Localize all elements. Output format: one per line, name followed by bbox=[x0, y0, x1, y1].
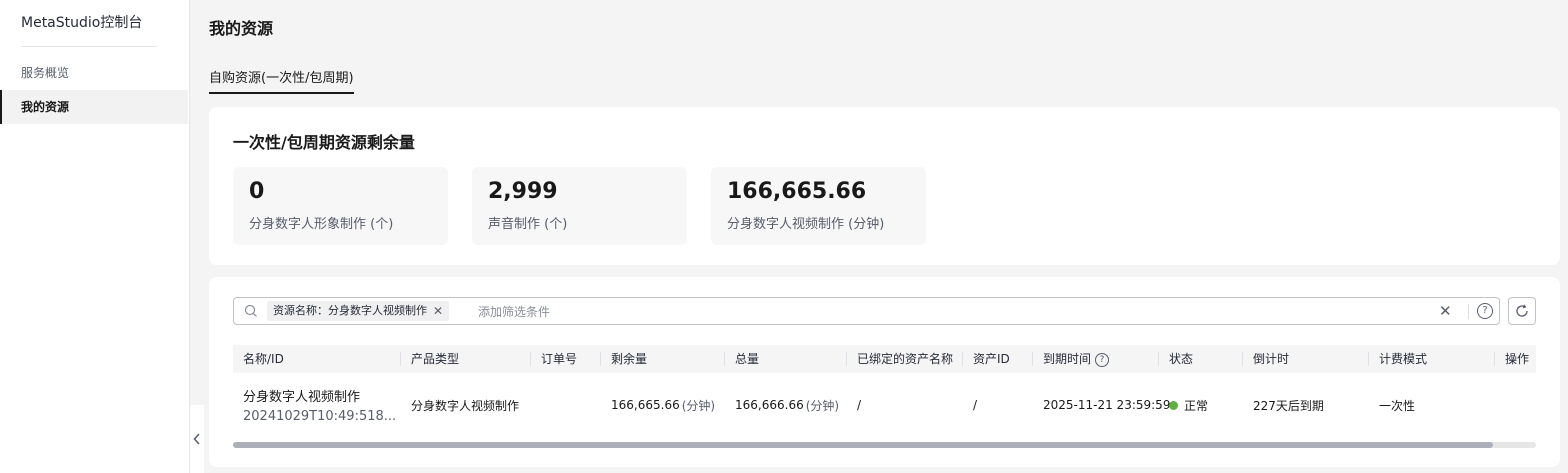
column-header-expire-time-label: 到期时间 bbox=[1043, 352, 1092, 366]
column-header-action: 操作 bbox=[1505, 352, 1530, 366]
cell-asset-id: / bbox=[973, 398, 978, 412]
column-header-asset-id: 资产ID bbox=[973, 352, 1010, 366]
column-header-billing-mode: 计费模式 bbox=[1379, 352, 1428, 366]
resource-table-card: 资源名称：分身数字人视频制作 ✕ 添加筛选条件 ✕ ? 名称/ID 产品类型 订… bbox=[209, 277, 1560, 467]
close-icon[interactable]: ✕ bbox=[433, 301, 443, 321]
column-separator bbox=[1032, 352, 1033, 366]
stat-value: 166,665.66 bbox=[727, 179, 867, 204]
column-separator bbox=[1158, 352, 1159, 366]
column-separator bbox=[400, 352, 401, 366]
stat-value: 0 bbox=[249, 179, 265, 204]
cell-total: 166,666.66 (分钟) bbox=[735, 373, 839, 437]
column-separator bbox=[1494, 352, 1495, 366]
total-unit: (分钟) bbox=[805, 398, 840, 413]
column-header-total: 总量 bbox=[735, 352, 760, 366]
column-header-remaining: 剩余量 bbox=[611, 352, 648, 366]
cell-bound-asset: / bbox=[857, 398, 862, 412]
help-icon[interactable]: ? bbox=[1095, 352, 1110, 367]
table-row: 分身数字人视频制作 20241029T10:49:518... 分身数字人视频制… bbox=[233, 373, 1536, 437]
search-input[interactable]: 添加筛选条件 bbox=[478, 303, 550, 320]
column-separator bbox=[846, 352, 847, 366]
column-separator bbox=[1242, 352, 1243, 366]
cell-billing-mode: 一次性 bbox=[1379, 398, 1416, 413]
column-header-status: 状态 bbox=[1169, 352, 1194, 366]
scrollbar-thumb[interactable] bbox=[233, 442, 1493, 448]
horizontal-scrollbar[interactable] bbox=[233, 442, 1536, 448]
column-separator bbox=[724, 352, 725, 366]
tab-self-purchased-resources[interactable]: 自购资源(一次性/包周期) bbox=[209, 64, 354, 94]
cell-status: 正常 bbox=[1169, 373, 1208, 437]
refresh-icon bbox=[1516, 304, 1528, 317]
remaining-unit: (分钟) bbox=[681, 398, 716, 413]
table-header: 名称/ID 产品类型 订单号 剩余量 总量 已绑定的资产名称 资产ID 到期时间… bbox=[233, 345, 1536, 373]
cell-name: 分身数字人视频制作 20241029T10:49:518... bbox=[243, 373, 396, 437]
stat-value: 2,999 bbox=[488, 179, 558, 204]
summary-card: 一次性/包周期资源剩余量 0 分身数字人形象制作 (个) 2,999 声音制作 … bbox=[209, 107, 1560, 265]
total-value: 166,666.66 bbox=[735, 398, 804, 412]
column-header-countdown: 倒计时 bbox=[1253, 352, 1290, 366]
stat-label: 分身数字人视频制作 (分钟) bbox=[727, 217, 885, 232]
sidebar-item-overview[interactable]: 服务概览 bbox=[0, 56, 188, 90]
column-header-expire-time: 到期时间? bbox=[1043, 345, 1110, 373]
remaining-value: 166,665.66 bbox=[611, 398, 680, 412]
summary-title: 一次性/包周期资源剩余量 bbox=[233, 133, 415, 152]
search-separator bbox=[1468, 304, 1469, 319]
column-header-bound-asset: 已绑定的资产名称 bbox=[857, 352, 954, 366]
column-header-name: 名称/ID bbox=[243, 352, 284, 366]
column-separator bbox=[600, 352, 601, 366]
column-header-order-no: 订单号 bbox=[541, 352, 578, 366]
stat-label: 声音制作 (个) bbox=[488, 217, 568, 232]
search-icon bbox=[244, 304, 257, 317]
page-title: 我的资源 bbox=[209, 19, 274, 38]
chevron-left-icon bbox=[193, 433, 200, 445]
sidebar-item-my-resources[interactable]: 我的资源 bbox=[0, 90, 188, 124]
cell-expire-time: 2025-11-21 23:59:59 bbox=[1043, 398, 1171, 412]
stat-label: 分身数字人形象制作 (个) bbox=[249, 217, 394, 232]
help-icon[interactable]: ? bbox=[1477, 303, 1493, 319]
stat-card-voice: 2,999 声音制作 (个) bbox=[472, 167, 687, 245]
cell-countdown: 227天后到期 bbox=[1253, 398, 1324, 413]
cell-remaining: 166,665.66 (分钟) bbox=[611, 373, 715, 437]
resource-name: 分身数字人视频制作 bbox=[243, 390, 361, 405]
sidebar-collapse-button[interactable] bbox=[190, 405, 204, 473]
status-label: 正常 bbox=[1184, 398, 1209, 413]
refresh-button[interactable] bbox=[1508, 297, 1536, 325]
sidebar-title: MetaStudio控制台 bbox=[21, 15, 143, 31]
stat-card-video: 166,665.66 分身数字人视频制作 (分钟) bbox=[711, 167, 926, 245]
filter-tag-label: 资源名称：分身数字人视频制作 bbox=[273, 304, 427, 317]
sidebar-divider bbox=[21, 46, 157, 47]
status-dot-icon bbox=[1169, 400, 1178, 410]
stat-card-avatar: 0 分身数字人形象制作 (个) bbox=[233, 167, 448, 245]
resource-id: 20241029T10:49:518... bbox=[243, 409, 397, 424]
cell-product-type: 分身数字人视频制作 bbox=[411, 398, 520, 413]
column-header-product-type: 产品类型 bbox=[411, 352, 460, 366]
column-separator bbox=[962, 352, 963, 366]
clear-icon[interactable]: ✕ bbox=[1439, 302, 1452, 320]
search-bar[interactable]: 资源名称：分身数字人视频制作 ✕ 添加筛选条件 ✕ ? bbox=[233, 297, 1500, 325]
column-separator bbox=[1368, 352, 1369, 366]
filter-tag[interactable]: 资源名称：分身数字人视频制作 ✕ bbox=[267, 301, 450, 321]
sidebar: MetaStudio控制台 服务概览 我的资源 bbox=[0, 0, 190, 473]
column-separator bbox=[530, 352, 531, 366]
